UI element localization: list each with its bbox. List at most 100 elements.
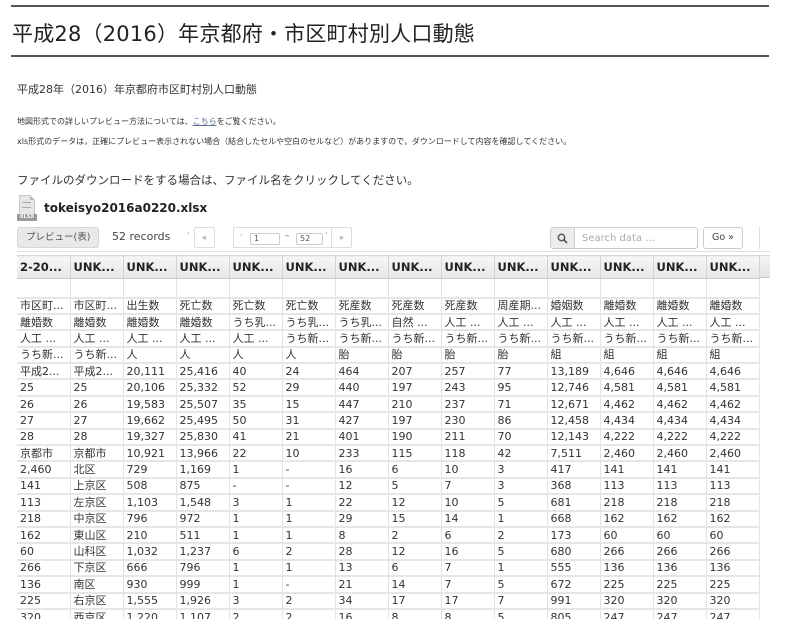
table-cell[interactable]: 7 [441, 576, 495, 594]
table-cell[interactable]: 16 [441, 543, 495, 561]
table-cell[interactable]: 218 [706, 494, 760, 512]
table-cell[interactable]: 197 [388, 412, 442, 430]
table-cell[interactable]: 20,106 [123, 379, 177, 397]
table-cell[interactable]: 1 [229, 461, 283, 479]
table-cell[interactable]: 22 [335, 494, 389, 512]
table-cell[interactable]: 3 [494, 461, 548, 479]
table-cell[interactable]: 41 [229, 428, 283, 447]
table-cell[interactable]: 247 [600, 608, 654, 619]
column-header[interactable]: UNK... [70, 255, 124, 279]
table-cell[interactable]: 668 [547, 510, 601, 528]
table-cell[interactable]: 1 [229, 559, 283, 578]
table-cell[interactable]: 死亡数 [282, 297, 336, 315]
table-cell[interactable]: 35 [229, 395, 283, 414]
table-cell[interactable]: うち新... [70, 346, 124, 365]
table-cell[interactable]: 8 [335, 526, 389, 545]
table-cell[interactable]: 266 [600, 543, 654, 561]
table-cell[interactable]: 組 [706, 346, 760, 365]
table-cell[interactable] [388, 278, 442, 299]
column-header[interactable]: UNK... [494, 255, 548, 279]
table-cell[interactable]: 31 [282, 412, 336, 430]
table-cell[interactable]: 218 [600, 494, 654, 512]
table-cell[interactable]: 401 [335, 428, 389, 447]
table-cell[interactable]: 12 [388, 494, 442, 512]
table-cell[interactable]: 21 [282, 428, 336, 447]
table-cell[interactable]: うち新... [388, 330, 442, 348]
table-cell[interactable]: 225 [600, 576, 654, 594]
table-cell[interactable]: 60 [17, 543, 71, 561]
table-cell[interactable]: 14 [388, 576, 442, 594]
table-cell[interactable]: 4,462 [653, 395, 707, 414]
table-cell[interactable]: 山科区 [70, 543, 124, 561]
table-cell[interactable]: 14 [441, 510, 495, 528]
table-cell[interactable]: 6 [388, 461, 442, 479]
table-cell[interactable]: 1,032 [123, 543, 177, 561]
table-cell[interactable]: 999 [176, 576, 230, 594]
table-cell[interactable]: 離婚数 [653, 297, 707, 315]
table-cell[interactable]: 28 [70, 428, 124, 447]
table-cell[interactable]: 77 [494, 363, 548, 381]
table-cell[interactable]: 4,646 [653, 363, 707, 381]
table-cell[interactable]: 162 [706, 510, 760, 528]
table-cell[interactable]: 7 [441, 477, 495, 496]
table-cell[interactable]: 29 [335, 510, 389, 528]
table-cell[interactable]: 25,416 [176, 363, 230, 381]
table-cell[interactable]: 京都市 [70, 445, 124, 463]
table-cell[interactable]: 1 [282, 494, 336, 512]
table-cell[interactable]: うち新... [494, 330, 548, 348]
table-cell[interactable]: 南区 [70, 576, 124, 594]
table-cell[interactable]: 113 [706, 477, 760, 496]
column-header[interactable]: UNK... [653, 255, 707, 279]
table-cell[interactable]: 4,222 [600, 428, 654, 447]
table-cell[interactable]: 266 [653, 543, 707, 561]
table-cell[interactable]: 113 [17, 494, 71, 512]
table-cell[interactable]: 210 [388, 395, 442, 414]
table-cell[interactable]: 1,169 [176, 461, 230, 479]
table-cell[interactable]: うち乳... [229, 313, 283, 332]
table-cell[interactable]: うち新... [706, 330, 760, 348]
table-cell[interactable]: 1 [229, 510, 283, 528]
table-cell[interactable]: 2,460 [706, 445, 760, 463]
file-download-link[interactable]: tokeisyo2016a0220.xlsx [44, 201, 207, 215]
table-cell[interactable]: 人工 ... [229, 330, 283, 348]
table-cell[interactable]: 4,581 [600, 379, 654, 397]
range-from-input[interactable]: 1 [250, 233, 280, 245]
table-cell[interactable]: 組 [653, 346, 707, 365]
table-cell[interactable]: 人 [176, 346, 230, 365]
table-cell[interactable]: 人工 ... [441, 313, 495, 332]
table-cell[interactable]: 681 [547, 494, 601, 512]
table-cell[interactable]: 人工 ... [653, 313, 707, 332]
table-cell[interactable]: 右京区 [70, 592, 124, 610]
table-cell[interactable]: うち乳... [335, 313, 389, 332]
table-cell[interactable]: 中京区 [70, 510, 124, 528]
table-cell[interactable]: 113 [653, 477, 707, 496]
table-cell[interactable]: 5 [494, 494, 548, 512]
table-cell[interactable]: 自然 ... [388, 313, 442, 332]
table-cell[interactable]: 7 [441, 559, 495, 578]
table-cell[interactable]: 16 [335, 608, 389, 619]
table-cell[interactable]: 12 [335, 477, 389, 496]
table-cell[interactable] [653, 278, 707, 299]
table-cell[interactable]: 死産数 [441, 297, 495, 315]
table-cell[interactable]: 19,583 [123, 395, 177, 414]
table-cell[interactable]: 218 [653, 494, 707, 512]
table-cell[interactable]: 5 [494, 576, 548, 594]
table-cell[interactable]: 2 [494, 526, 548, 545]
table-cell[interactable] [441, 278, 495, 299]
table-cell[interactable]: 2 [282, 543, 336, 561]
table-cell[interactable]: 4,222 [653, 428, 707, 447]
table-cell[interactable]: 7 [494, 592, 548, 610]
table-cell[interactable]: 508 [123, 477, 177, 496]
table-cell[interactable]: 60 [653, 526, 707, 545]
table-cell[interactable]: 1 [229, 576, 283, 594]
column-header[interactable]: UNK... [600, 255, 654, 279]
table-cell[interactable]: 4,581 [706, 379, 760, 397]
table-cell[interactable]: 50 [229, 412, 283, 430]
table-cell[interactable]: 10 [441, 461, 495, 479]
table-cell[interactable]: 230 [441, 412, 495, 430]
table-cell[interactable]: 70 [494, 428, 548, 447]
table-cell[interactable]: 15 [282, 395, 336, 414]
table-cell[interactable]: 4,434 [706, 412, 760, 430]
table-cell[interactable]: 離婚数 [123, 313, 177, 332]
table-cell[interactable]: 10 [282, 445, 336, 463]
